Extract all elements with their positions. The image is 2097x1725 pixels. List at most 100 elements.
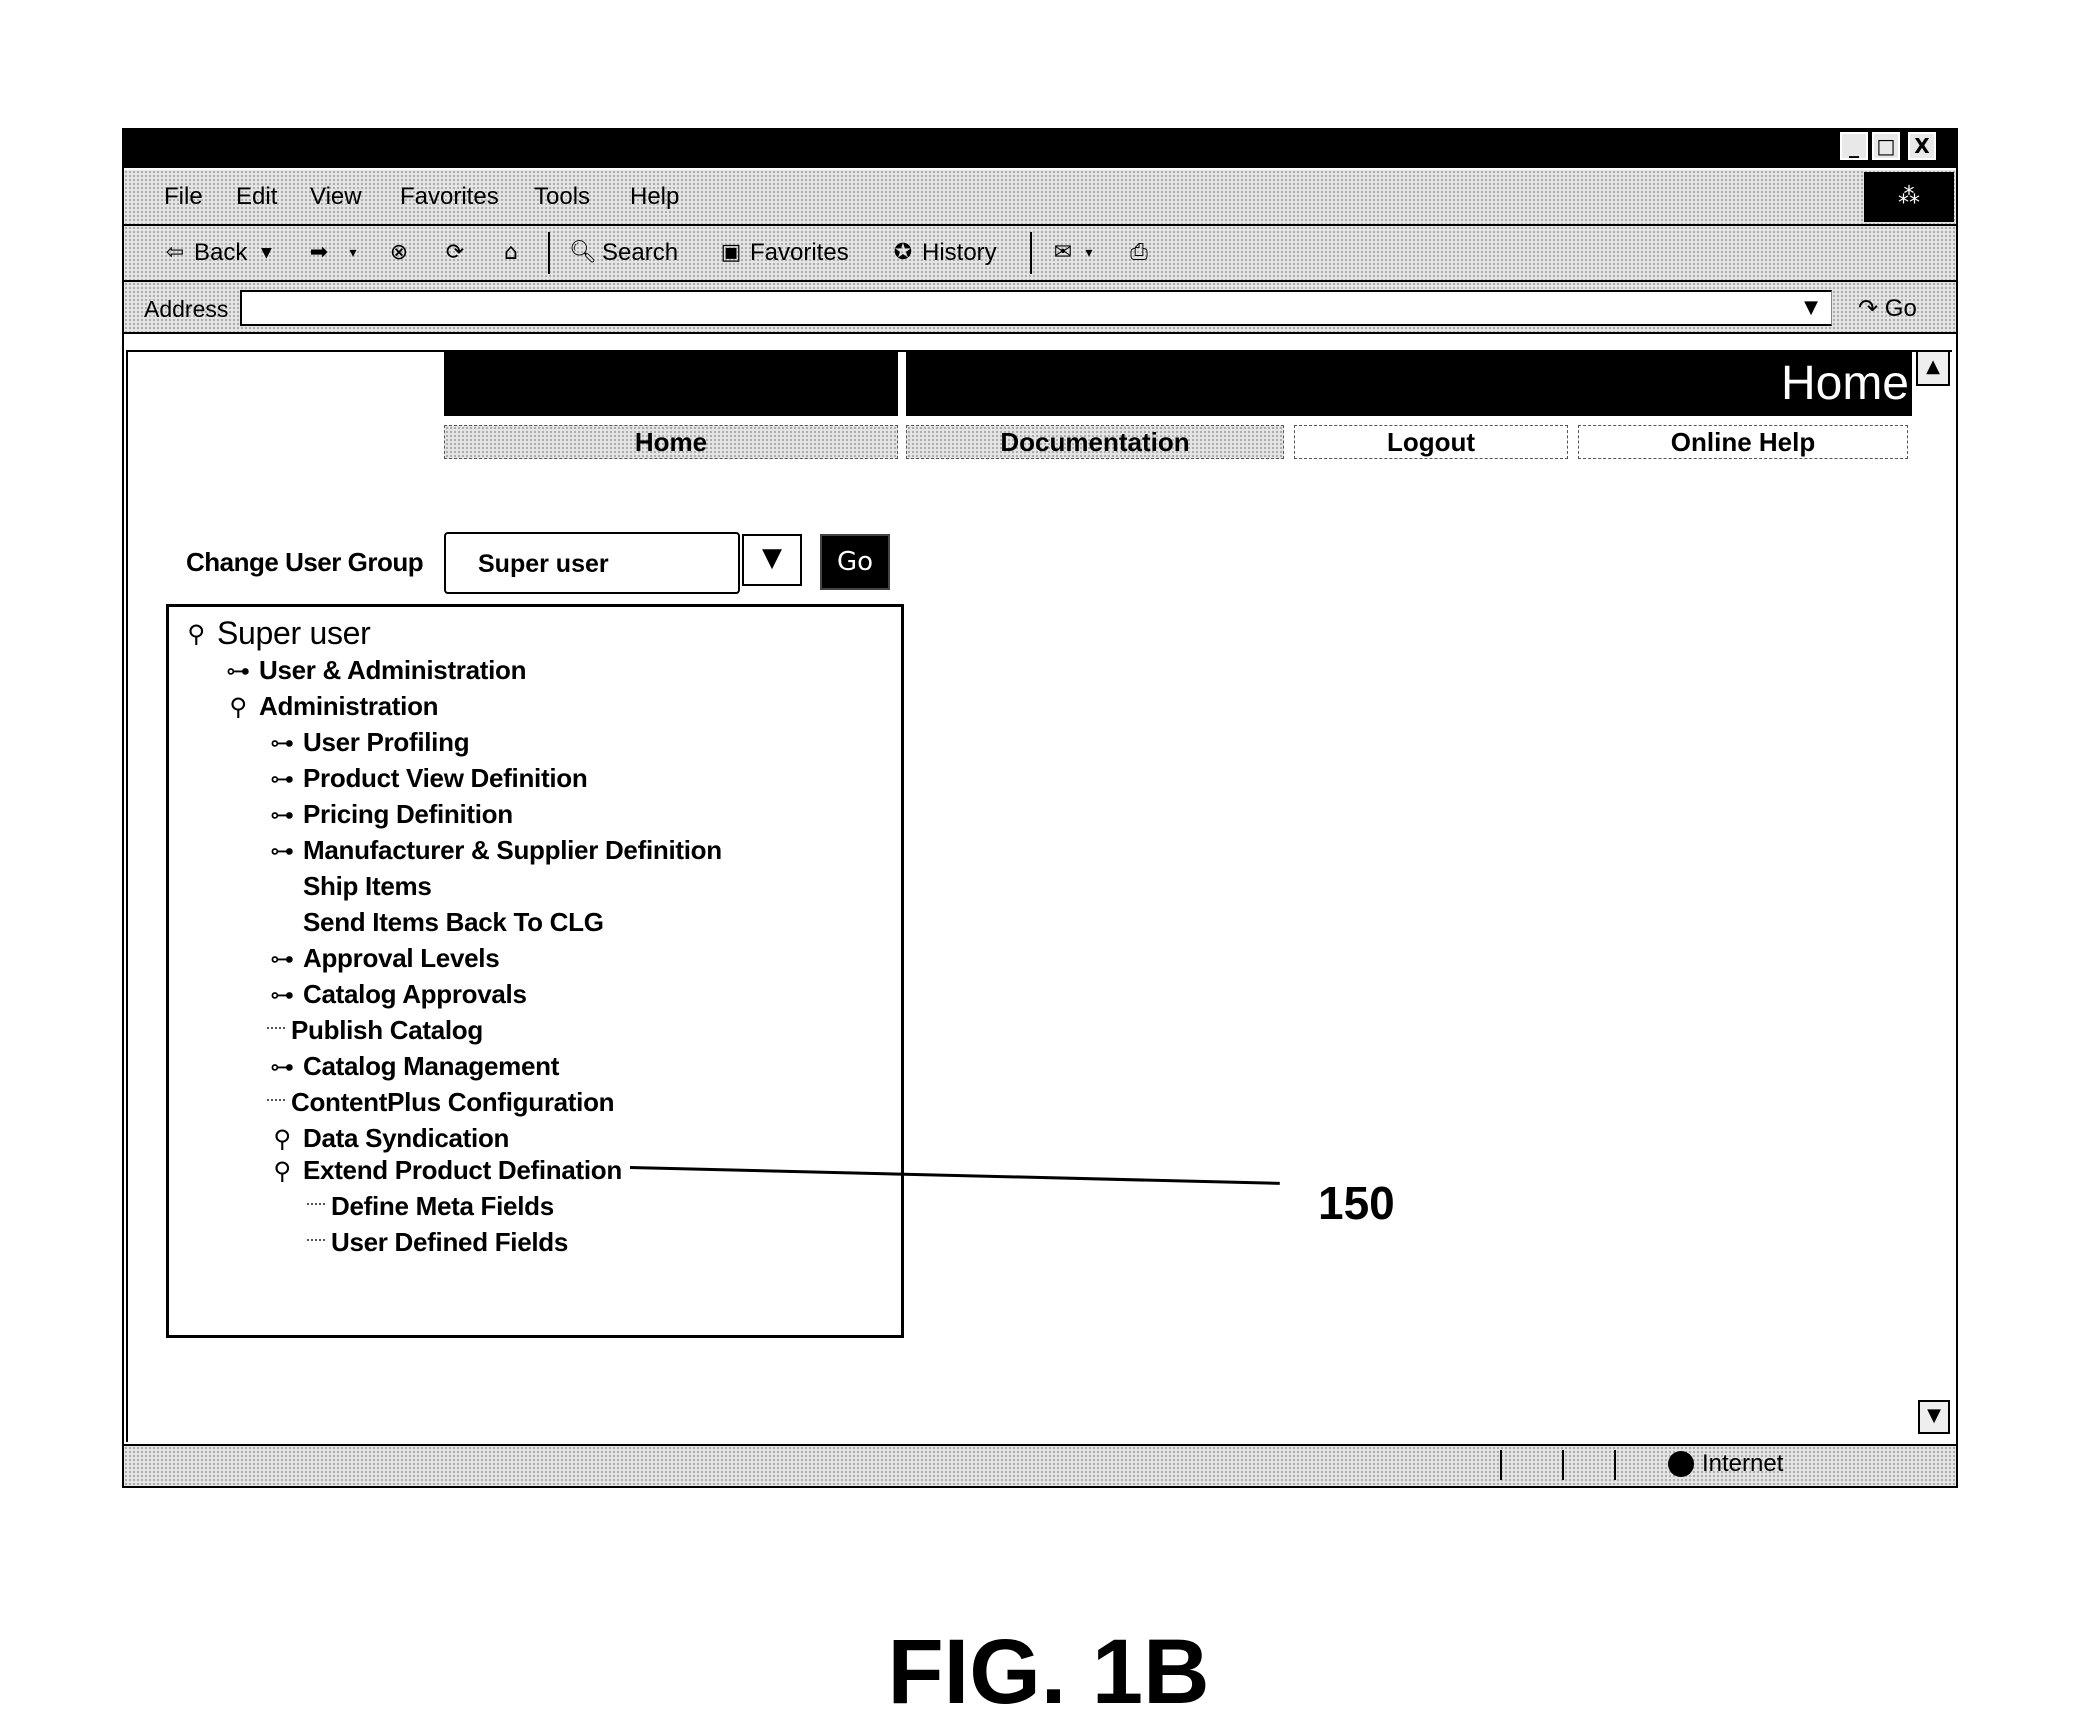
nav-online-help[interactable]: Online Help — [1578, 425, 1908, 459]
tree-item-label: Data Syndication — [303, 1123, 510, 1153]
print-icon: ⎙ — [1130, 240, 1148, 265]
tree-item[interactable]: Send Items Back To CLG — [267, 907, 604, 938]
menu-help[interactable]: Help — [630, 183, 679, 211]
tree-item[interactable]: ⚲ Super user — [181, 615, 371, 652]
reference-numeral: 150 — [1318, 1177, 1395, 1229]
node-collapsed-icon[interactable]: ⊶ — [267, 729, 297, 757]
node-collapsed-icon[interactable]: ⊶ — [267, 801, 297, 829]
address-go-button[interactable]: ↷ Go — [1858, 294, 1917, 323]
status-zone-label: Internet — [1702, 1450, 1784, 1477]
tree-item[interactable]: Ship Items — [267, 871, 432, 902]
maximize-button[interactable]: □ — [1872, 132, 1900, 160]
tree-item[interactable]: User Defined Fields — [307, 1227, 568, 1258]
back-label: Back — [194, 239, 248, 266]
go-arrow-icon: ↷ — [1858, 294, 1879, 322]
tree-item-label: Administration — [259, 691, 439, 721]
menu-favorites[interactable]: Favorites — [400, 183, 499, 211]
node-collapsed-icon[interactable]: ⊶ — [267, 945, 297, 973]
tree-connector — [267, 1026, 285, 1029]
tree-item-label: Ship Items — [303, 871, 432, 901]
tree-item[interactable]: ⊶ User & Administration — [223, 655, 526, 686]
menu-view[interactable]: View — [310, 183, 362, 211]
node-collapsed-icon[interactable]: ⊶ — [223, 657, 253, 685]
home-icon: ⌂ — [504, 240, 518, 265]
search-label: Search — [602, 239, 679, 266]
tree-connector — [307, 1202, 325, 1205]
menu-edit[interactable]: Edit — [236, 183, 277, 211]
history-button[interactable]: ✪ History — [888, 238, 997, 268]
menu-tools[interactable]: Tools — [534, 183, 590, 211]
page-title: Home — [1780, 357, 1909, 410]
tree-item[interactable]: ⚲ Extend Product Defination — [267, 1155, 622, 1186]
node-expanded-icon[interactable]: ⚲ — [181, 620, 211, 648]
tree-item-label: Manufacturer & Supplier Definition — [303, 835, 722, 865]
tree-item-label: Send Items Back To CLG — [303, 907, 604, 937]
user-group-select[interactable]: Super user — [444, 532, 740, 594]
tree-item[interactable]: ⊶ Product View Definition — [267, 763, 588, 794]
node-expanded-icon[interactable]: ⚲ — [267, 1125, 297, 1153]
tree-item[interactable]: ⊶ Approval Levels — [267, 943, 500, 974]
chevron-down-icon[interactable]: ▼ — [742, 534, 802, 586]
node-collapsed-icon[interactable]: ⊶ — [267, 765, 297, 793]
home-button[interactable]: ⌂ — [496, 238, 526, 268]
globe-icon — [1668, 1451, 1694, 1477]
tree-item-label: Define Meta Fields — [331, 1191, 554, 1221]
tree-item-label: Extend Product Defination — [303, 1155, 622, 1185]
status-divider — [1562, 1450, 1564, 1480]
status-divider — [1500, 1450, 1502, 1480]
address-label: Address — [144, 296, 229, 322]
back-button[interactable]: ⇦ Back ▼ — [160, 238, 281, 268]
tree-item[interactable]: Define Meta Fields — [307, 1191, 554, 1222]
refresh-button[interactable]: ⟳ — [440, 238, 470, 268]
nav-home[interactable]: Home — [444, 425, 898, 459]
search-button[interactable]: 🔍︎ Search — [568, 238, 678, 268]
tree-item[interactable]: ⊶ User Profiling — [267, 727, 469, 758]
chevron-down-icon[interactable]: ▼ — [251, 238, 281, 268]
favorites-button[interactable]: ▣ Favorites — [716, 238, 849, 268]
node-collapsed-icon[interactable]: ⊶ — [267, 981, 297, 1009]
stop-button[interactable]: ⊗ — [384, 238, 414, 268]
header-banner-left — [444, 350, 898, 416]
address-dropdown-icon[interactable]: ▼ — [1796, 292, 1826, 324]
tree-item-label: Pricing Definition — [303, 799, 513, 829]
node-collapsed-icon[interactable]: ⊶ — [267, 837, 297, 865]
title-bar — [122, 128, 1958, 168]
minimize-button[interactable]: _ — [1840, 132, 1868, 160]
node-collapsed-icon[interactable]: ⊶ — [267, 1053, 297, 1081]
tree-connector — [267, 1098, 285, 1101]
tree-item[interactable]: ⚲ Administration — [223, 691, 438, 722]
close-button[interactable]: X — [1908, 132, 1936, 160]
tree-item[interactable]: ⊶ Pricing Definition — [267, 799, 513, 830]
tree-item-label: Catalog Management — [303, 1051, 560, 1081]
scroll-up-button[interactable]: ▲ — [1916, 350, 1950, 386]
tree-item-label: Product View Definition — [303, 763, 588, 793]
tree-item[interactable]: ⊶ Catalog Approvals — [267, 979, 527, 1010]
node-expanded-icon[interactable]: ⚲ — [267, 1157, 297, 1185]
scroll-down-button[interactable]: ▼ — [1918, 1400, 1950, 1434]
tree-item-label: Super user — [217, 615, 371, 651]
status-zone: Internet — [1668, 1450, 1783, 1478]
print-button[interactable]: ⎙ — [1124, 238, 1154, 268]
stop-icon: ⊗ — [389, 240, 409, 265]
tree-item[interactable]: ⊶ Manufacturer & Supplier Definition — [267, 835, 722, 866]
tree-item[interactable]: ⚲ Data Syndication — [267, 1123, 509, 1154]
tree-item[interactable]: Publish Catalog — [267, 1015, 483, 1046]
tree-item[interactable]: ⊶ Catalog Management — [267, 1051, 559, 1082]
toolbar-separator — [548, 232, 550, 274]
history-label: History — [922, 239, 997, 266]
user-group-go-button[interactable]: Go — [820, 534, 890, 590]
tree-item[interactable]: ContentPlus Configuration — [267, 1087, 615, 1118]
tree-item-label: User Defined Fields — [331, 1227, 569, 1257]
forward-button[interactable]: ➡ ▾ — [304, 238, 368, 268]
nav-documentation[interactable]: Documentation — [906, 425, 1284, 459]
chevron-down-icon[interactable]: ▾ — [338, 238, 368, 268]
chevron-down-icon[interactable]: ▾ — [1082, 238, 1096, 268]
menu-file[interactable]: File — [164, 183, 203, 211]
node-expanded-icon[interactable]: ⚲ — [223, 693, 253, 721]
mail-icon: ✉ — [1053, 240, 1073, 265]
address-input[interactable] — [240, 290, 1832, 326]
mail-button[interactable]: ✉ ▾ — [1048, 238, 1096, 268]
tree-item-label: User Profiling — [303, 727, 470, 757]
nav-logout[interactable]: Logout — [1294, 425, 1568, 459]
tree-item-label: Catalog Approvals — [303, 979, 527, 1009]
